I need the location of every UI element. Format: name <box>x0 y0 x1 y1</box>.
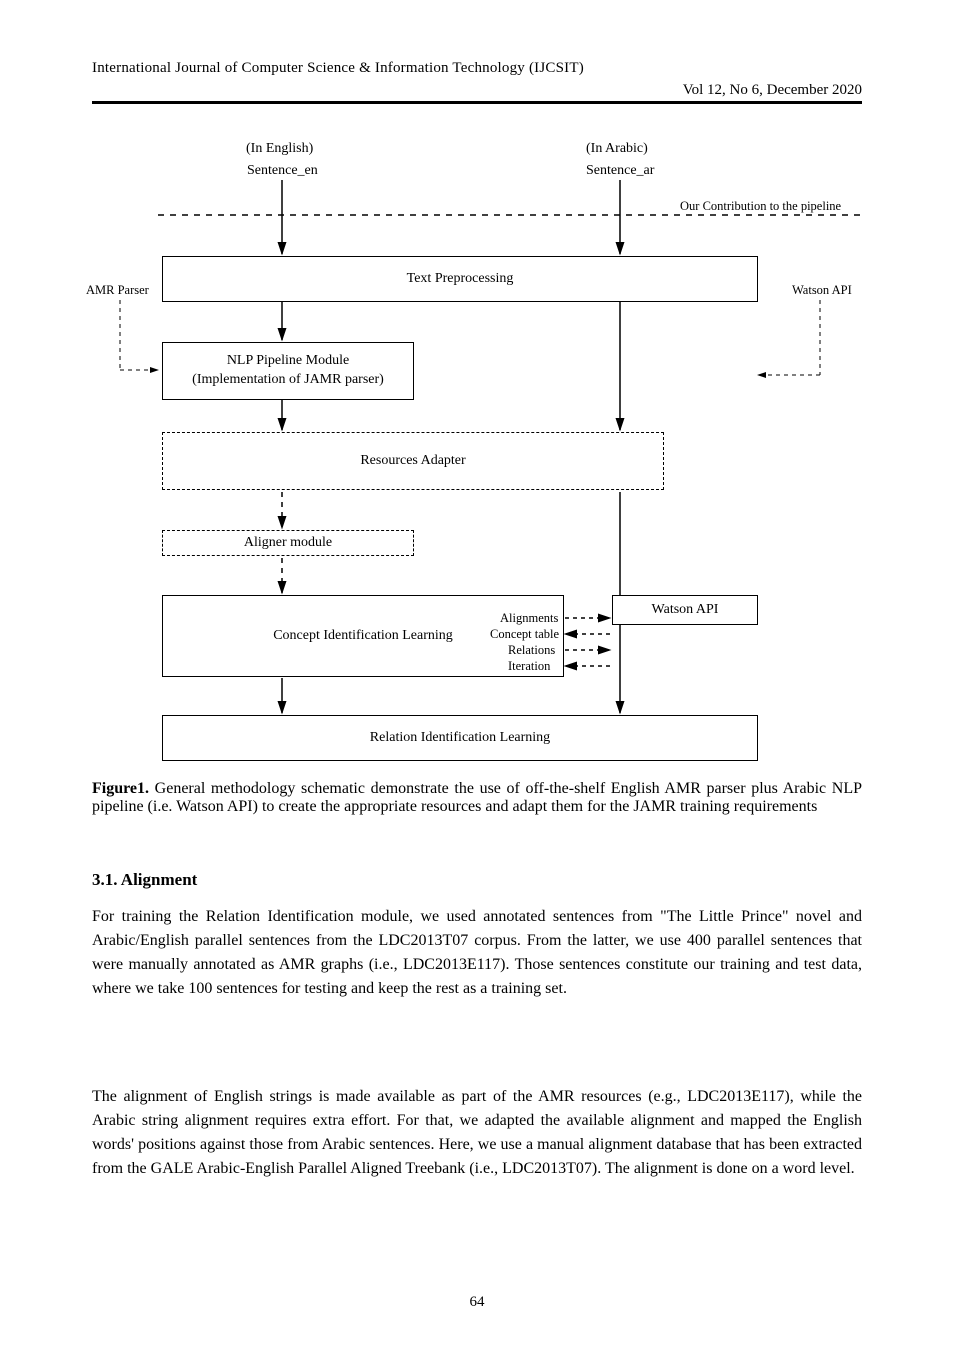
figure-caption: Figure1. General methodology schematic d… <box>92 780 862 816</box>
flow-svg <box>0 0 954 800</box>
label-watson-api: Watson API <box>792 282 852 298</box>
label-interact-concepttable: Concept table <box>490 626 559 642</box>
page-number: 64 <box>0 1294 954 1311</box>
box-preprocessing: Text Preprocessing <box>162 256 758 302</box>
label-in-arabic: (In Arabic) <box>586 140 648 158</box>
label-sentence-en: Sentence_en <box>247 162 318 180</box>
label-interact-relations: Relations <box>508 642 555 658</box>
body-paragraph-2: The alignment of English strings is made… <box>92 1085 862 1181</box>
box-concept-learning-right: Watson API <box>612 595 758 625</box>
label-amr-parser: AMR Parser <box>86 282 149 298</box>
figure-caption-text: General methodology schematic demonstrat… <box>92 780 862 815</box>
label-sentence-ar: Sentence_ar <box>586 162 654 180</box>
label-interact-alignments: Alignments <box>500 610 558 626</box>
label-in-english: (In English) <box>246 140 313 158</box>
body-paragraph-1: For training the Relation Identification… <box>92 905 862 1001</box>
diagram: (In English) (In Arabic) Sentence_en Sen… <box>0 0 954 800</box>
box-resources-adapter: Resources Adapter <box>162 432 664 490</box>
box-aligner: Aligner module <box>162 530 414 556</box>
pipeline-contribution-label: Our Contribution to the pipeline <box>680 198 870 214</box>
label-interact-iteration: Iteration <box>508 658 550 674</box>
box-relation-learning: Relation Identification Learning <box>162 715 758 761</box>
figure-caption-label: Figure1. <box>92 780 149 797</box>
box-nlp-pipeline: NLP Pipeline Module (Implementation of J… <box>162 342 414 400</box>
section-title: 3.1. Alignment <box>92 870 862 890</box>
